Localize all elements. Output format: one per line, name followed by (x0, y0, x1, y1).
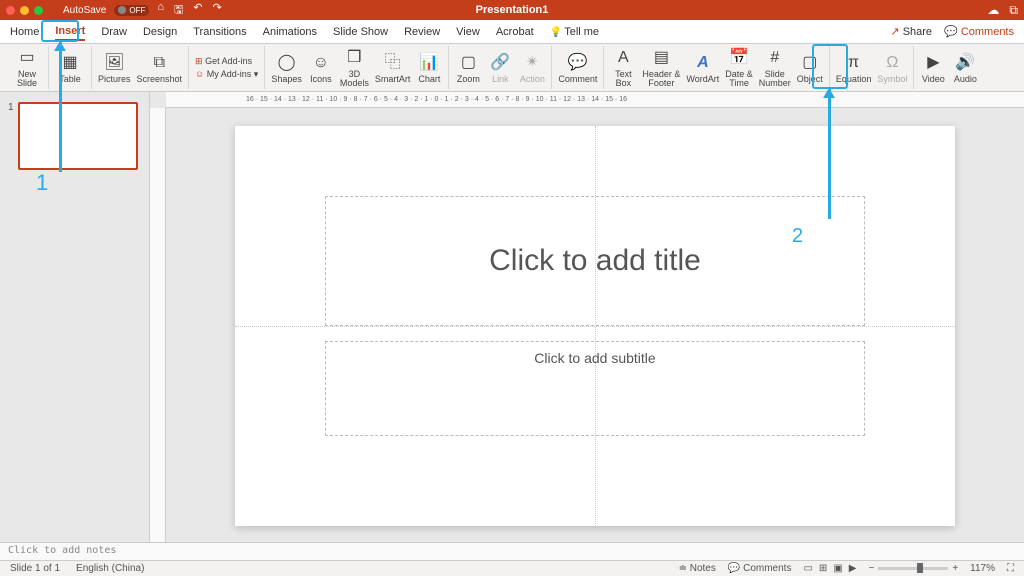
comment-icon: 💬 (567, 52, 589, 74)
date-time-button[interactable]: 📅Date & Time (725, 47, 753, 88)
slideno-icon: # (764, 47, 786, 69)
equation-button[interactable]: πEquation (836, 52, 872, 84)
guide-vertical (595, 126, 596, 526)
reading-view-icon[interactable]: ▣ (833, 563, 842, 574)
zoom-slider[interactable]: − + (868, 563, 958, 574)
fit-window-icon[interactable]: ⛶ (1007, 563, 1014, 574)
comments-button[interactable]: Comments (944, 25, 1014, 38)
status-slide-number: Slide 1 of 1 (10, 563, 60, 574)
3d-icon: ❒ (343, 47, 365, 69)
tab-design[interactable]: Design (143, 24, 177, 40)
link-icon: 🔗 (489, 52, 511, 74)
pictures-button[interactable]: 🖼Pictures (98, 52, 131, 84)
slide-canvas[interactable]: Click to add title Click to add subtitle (235, 126, 955, 526)
date-icon: 📅 (728, 47, 750, 69)
slide-thumbnail-panel[interactable]: 1 (0, 92, 150, 542)
annotation-label-2: 2 (792, 225, 803, 248)
slide-number-button[interactable]: #Slide Number (759, 47, 791, 88)
status-notes-button[interactable]: ≐ Notes (679, 563, 716, 574)
main-area: 1 16 · 15 · 14 · 13 · 12 · 11 · 10 · 9 ·… (0, 92, 1024, 542)
video-button[interactable]: ▶Video (920, 52, 946, 84)
audio-button[interactable]: 🔊Audio (952, 52, 978, 84)
tab-view[interactable]: View (456, 24, 480, 40)
zoom-out-icon[interactable]: − (868, 563, 874, 574)
chart-button[interactable]: 📊Chart (416, 52, 442, 84)
symbol-icon: Ω (881, 52, 903, 74)
zoom-in-icon[interactable]: + (952, 563, 958, 574)
object-button[interactable]: ▢Object (797, 52, 823, 84)
header-footer-button[interactable]: ▤Header & Footer (642, 47, 680, 88)
share-button[interactable]: Share (890, 25, 932, 38)
table-icon: ▦ (59, 52, 81, 74)
equation-icon: π (843, 52, 865, 74)
screenshot-button[interactable]: ⧉Screenshot (137, 52, 183, 84)
zoom-percent[interactable]: 117% (970, 563, 995, 574)
wordart-icon: A (692, 52, 714, 74)
notes-pane[interactable]: Click to add notes (0, 542, 1024, 560)
tab-draw[interactable]: Draw (101, 24, 127, 40)
object-icon: ▢ (799, 52, 821, 74)
tab-review[interactable]: Review (404, 24, 440, 40)
annotation-arrow-1 (59, 42, 62, 172)
tab-acrobat[interactable]: Acrobat (496, 24, 534, 40)
action-icon: ✴ (521, 52, 543, 74)
ribbon-tabs: Home Insert Draw Design Transitions Anim… (0, 20, 1024, 44)
smartart-button[interactable]: ⿻SmartArt (375, 52, 411, 84)
new-slide-button[interactable]: ▭New Slide (12, 47, 42, 88)
status-language[interactable]: English (China) (76, 563, 144, 574)
slide-editor: 16 · 15 · 14 · 13 · 12 · 11 · 10 · 9 · 8… (150, 92, 1024, 542)
icons-button[interactable]: ☺Icons (308, 52, 334, 84)
tab-transitions[interactable]: Transitions (193, 24, 246, 40)
new-slide-icon: ▭ (16, 47, 38, 69)
tell-me-search[interactable]: Tell me (550, 24, 599, 40)
slideshow-view-icon[interactable]: ▶ (849, 563, 857, 574)
slide-thumbnail-1[interactable] (18, 102, 138, 170)
zoom-button[interactable]: ▢Zoom (455, 52, 481, 84)
sorter-view-icon[interactable]: ⊞ (819, 563, 827, 574)
action-button[interactable]: ✴Action (519, 52, 545, 84)
pictures-icon: 🖼 (103, 52, 125, 74)
video-icon: ▶ (922, 52, 944, 74)
textbox-icon: A (612, 47, 634, 69)
link-button[interactable]: 🔗Link (487, 52, 513, 84)
audio-icon: 🔊 (954, 52, 976, 74)
tab-slideshow[interactable]: Slide Show (333, 24, 388, 40)
chart-icon: 📊 (418, 52, 440, 74)
shapes-button[interactable]: ◯Shapes (271, 52, 302, 84)
comment-button[interactable]: 💬Comment (558, 52, 597, 84)
status-comments-button[interactable]: 💬 Comments (728, 563, 792, 574)
annotation-label-1: 1 (36, 170, 48, 196)
annotation-arrow-2 (828, 89, 831, 219)
tab-animations[interactable]: Animations (263, 24, 317, 40)
thumbnail-number: 1 (8, 102, 14, 170)
normal-view-icon[interactable]: ▭ (803, 563, 812, 574)
symbol-button[interactable]: ΩSymbol (877, 52, 907, 84)
status-bar: Slide 1 of 1 English (China) ≐ Notes 💬 C… (0, 560, 1024, 576)
shapes-icon: ◯ (276, 52, 298, 74)
subtitle-placeholder[interactable]: Click to add subtitle (325, 341, 865, 436)
header-icon: ▤ (650, 47, 672, 69)
3d-models-button[interactable]: ❒3D Models (340, 47, 369, 88)
window-title: Presentation1 (0, 4, 1024, 16)
wordart-button[interactable]: AWordArt (686, 52, 719, 84)
tab-home[interactable]: Home (10, 24, 39, 40)
vertical-ruler[interactable] (150, 108, 166, 542)
title-bar: AutoSave OFF ⌂ 🖫 ↶ ↷ Presentation1 ☁ ⧉ (0, 0, 1024, 20)
my-addins-button[interactable]: My Add-ins ▾ (195, 69, 258, 80)
horizontal-ruler[interactable]: 16 · 15 · 14 · 13 · 12 · 11 · 10 · 9 · 8… (166, 92, 1024, 108)
textbox-button[interactable]: AText Box (610, 47, 636, 88)
ribbon-insert: ▭New Slide ▦Table 🖼Pictures ⧉Screenshot … (0, 44, 1024, 92)
tab-insert[interactable]: Insert (55, 23, 85, 41)
screenshot-icon: ⧉ (148, 52, 170, 74)
title-placeholder[interactable]: Click to add title (325, 196, 865, 326)
zoom-icon: ▢ (457, 52, 479, 74)
get-addins-button[interactable]: Get Add-ins (195, 56, 258, 67)
smartart-icon: ⿻ (382, 52, 404, 74)
icons-icon: ☺ (310, 52, 332, 74)
